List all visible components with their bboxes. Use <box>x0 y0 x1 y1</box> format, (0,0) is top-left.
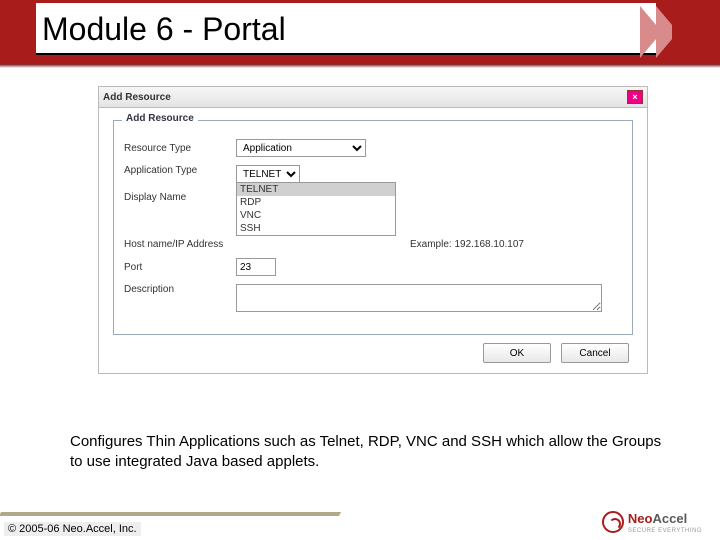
fieldset-legend: Add Resource <box>122 113 198 124</box>
list-item[interactable]: TELNET <box>237 183 395 196</box>
application-type-listbox[interactable]: TELNET RDP VNC SSH <box>236 182 396 236</box>
logo-text: NeoAccel <box>628 511 687 526</box>
add-resource-dialog: Add Resource × Add Resource Resource Typ… <box>98 86 648 374</box>
dialog-button-row: OK Cancel <box>113 335 633 365</box>
title-shadow <box>0 64 720 68</box>
dialog-title: Add Resource <box>103 92 171 103</box>
label-resource-type: Resource Type <box>124 143 236 154</box>
label-application-type: Application Type <box>124 165 236 176</box>
label-display-name: Display Name <box>124 192 236 203</box>
resource-type-select[interactable]: Application <box>236 139 366 157</box>
application-type-select[interactable]: TELNET <box>236 165 300 183</box>
label-description: Description <box>124 284 236 295</box>
footer: © 2005-06 Neo.Accel, Inc. NeoAccel SECUR… <box>0 510 720 540</box>
row-host: Host name/IP Address Example: 192.168.10… <box>124 239 622 250</box>
slide-caption: Configures Thin Applications such as Tel… <box>70 432 668 471</box>
neoaccel-logo: NeoAccel SECURE EVERYTHING <box>602 510 702 534</box>
description-input[interactable] <box>236 284 602 312</box>
slide-title: Module 6 - Portal <box>36 3 656 55</box>
row-resource-type: Resource Type Application <box>124 139 622 157</box>
list-item[interactable]: RDP <box>237 196 395 209</box>
label-port: Port <box>124 262 236 273</box>
copyright-text: © 2005-06 Neo.Accel, Inc. <box>4 522 141 536</box>
cancel-button[interactable]: Cancel <box>561 343 629 363</box>
row-port: Port <box>124 258 622 276</box>
dialog-titlebar: Add Resource × <box>98 86 648 108</box>
dialog-body: Add Resource Resource Type Application A… <box>98 108 648 374</box>
add-resource-fieldset: Add Resource Resource Type Application A… <box>113 120 633 335</box>
close-icon[interactable]: × <box>627 90 643 104</box>
host-example-text: Example: 192.168.10.107 <box>410 239 524 250</box>
title-bar: Module 6 - Portal <box>0 0 720 78</box>
row-description: Description <box>124 284 622 312</box>
label-host: Host name/IP Address <box>124 239 236 250</box>
logo-tagline: SECURE EVERYTHING <box>628 528 702 534</box>
list-item[interactable]: SSH <box>237 222 395 235</box>
port-input[interactable] <box>236 258 276 276</box>
accent-line <box>0 512 341 516</box>
title-underline <box>36 53 656 55</box>
application-type-group: TELNET TELNET RDP VNC SSH <box>236 165 396 236</box>
list-item[interactable]: VNC <box>237 209 395 222</box>
chevron-decoration <box>646 6 694 58</box>
chevron-icon <box>672 6 694 58</box>
logo-icon <box>602 511 624 533</box>
ok-button[interactable]: OK <box>483 343 551 363</box>
